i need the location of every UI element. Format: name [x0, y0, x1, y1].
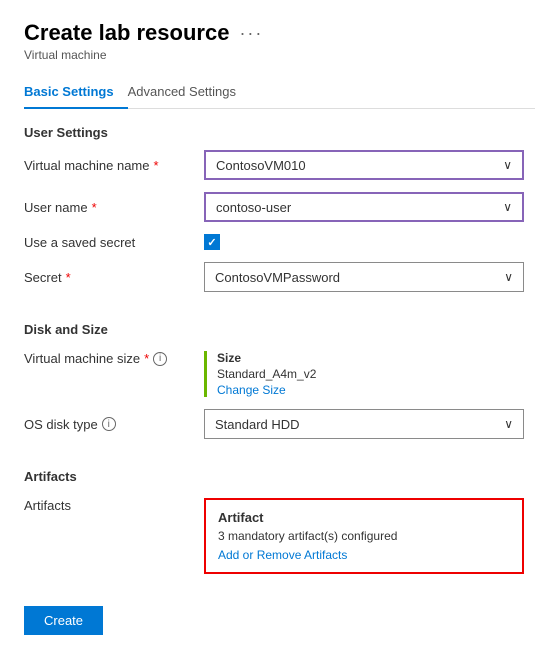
saved-secret-checkbox-container [204, 234, 535, 250]
secret-chevron-icon: ∨ [504, 270, 513, 284]
artifacts-count: 3 mandatory artifact(s) configured [218, 529, 510, 543]
user-name-label: User name * [24, 200, 204, 215]
user-name-row: User name * contoso-user ∨ [24, 192, 535, 222]
artifacts-box-title: Artifact [218, 510, 510, 525]
os-disk-value: Standard HDD [215, 417, 300, 432]
vm-size-label: Virtual machine size * i [24, 351, 204, 366]
vm-size-info-icon[interactable]: i [153, 352, 167, 366]
os-disk-label: OS disk type i [24, 417, 204, 432]
create-button[interactable]: Create [24, 606, 103, 635]
os-disk-chevron-icon: ∨ [504, 417, 513, 431]
secret-control: ContosoVMPassword ∨ [204, 262, 535, 292]
secret-dropdown[interactable]: ContosoVMPassword ∨ [204, 262, 524, 292]
artifacts-box: Artifact 3 mandatory artifact(s) configu… [204, 498, 524, 574]
vm-name-row: Virtual machine name * ContosoVM010 ∨ [24, 150, 535, 180]
change-size-link[interactable]: Change Size [217, 383, 524, 397]
artifacts-control: Artifact 3 mandatory artifact(s) configu… [204, 498, 535, 574]
vm-name-control: ContosoVM010 ∨ [204, 150, 535, 180]
os-disk-control: Standard HDD ∨ [204, 409, 535, 439]
disk-size-header: Disk and Size [24, 322, 535, 337]
user-settings-header: User Settings [24, 125, 535, 140]
vm-size-required: * [144, 351, 149, 366]
vm-name-chevron-icon: ∨ [503, 158, 512, 172]
artifacts-row: Artifacts Artifact 3 mandatory artifact(… [24, 494, 535, 574]
add-remove-artifacts-link[interactable]: Add or Remove Artifacts [218, 548, 347, 562]
vm-name-label: Virtual machine name * [24, 158, 204, 173]
tab-bar: Basic Settings Advanced Settings [24, 76, 535, 109]
vm-name-dropdown[interactable]: ContosoVM010 ∨ [204, 150, 524, 180]
artifacts-label: Artifacts [24, 498, 204, 513]
os-disk-row: OS disk type i Standard HDD ∨ [24, 409, 535, 439]
user-settings-section: User Settings Virtual machine name * Con… [24, 125, 535, 292]
user-name-chevron-icon: ∨ [503, 200, 512, 214]
vm-size-title: Size [217, 351, 524, 365]
vm-name-value: ContosoVM010 [216, 158, 306, 173]
secret-label: Secret * [24, 270, 204, 285]
user-name-value: contoso-user [216, 200, 291, 215]
tab-advanced-settings[interactable]: Advanced Settings [128, 76, 250, 109]
vm-size-row: Virtual machine size * i Size Standard_A… [24, 347, 535, 397]
vm-size-display: Size Standard_A4m_v2 Change Size [204, 351, 524, 397]
page-title: Create lab resource [24, 20, 229, 46]
vm-name-required: * [154, 158, 159, 173]
os-disk-dropdown[interactable]: Standard HDD ∨ [204, 409, 524, 439]
vm-size-value: Standard_A4m_v2 [217, 367, 524, 381]
tab-basic-settings[interactable]: Basic Settings [24, 76, 128, 109]
artifacts-section-header: Artifacts [24, 469, 535, 484]
vm-size-control: Size Standard_A4m_v2 Change Size [204, 351, 535, 397]
saved-secret-checkbox[interactable] [204, 234, 220, 250]
ellipsis-menu[interactable]: ··· [239, 23, 263, 44]
saved-secret-label: Use a saved secret [24, 235, 204, 250]
saved-secret-row: Use a saved secret [24, 234, 535, 250]
secret-required: * [66, 270, 71, 285]
user-name-dropdown[interactable]: contoso-user ∨ [204, 192, 524, 222]
saved-secret-control [204, 234, 535, 250]
secret-value: ContosoVMPassword [215, 270, 340, 285]
page-header: Create lab resource ··· Virtual machine [24, 20, 535, 62]
page-subtitle: Virtual machine [24, 48, 535, 62]
secret-row: Secret * ContosoVMPassword ∨ [24, 262, 535, 292]
user-name-control: contoso-user ∨ [204, 192, 535, 222]
disk-size-section: Disk and Size Virtual machine size * i S… [24, 322, 535, 439]
artifacts-section: Artifacts Artifacts Artifact 3 mandatory… [24, 469, 535, 574]
os-disk-info-icon[interactable]: i [102, 417, 116, 431]
user-name-required: * [92, 200, 97, 215]
